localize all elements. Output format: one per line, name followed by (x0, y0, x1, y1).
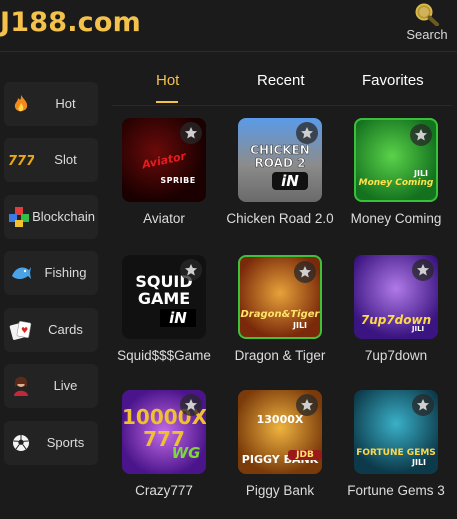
thumbnail-art-text: CHICKEN ROAD 2 (250, 143, 310, 170)
favorite-star-icon[interactable] (180, 394, 202, 416)
sidebar-item-live[interactable]: Live (4, 364, 98, 408)
game-thumbnail: FORTUNE GEMS JILI (354, 390, 438, 474)
blockchain-cubes-icon (6, 206, 32, 228)
game-thumbnail: 13000X PIGGY BANK JDB (238, 390, 322, 474)
sidebar-item-label: Sports (46, 435, 85, 450)
sidebar-item-label: Hot (55, 96, 76, 111)
sidebar-item-hot[interactable]: Hot (4, 82, 98, 126)
thumbnail-provider: iN (160, 309, 196, 327)
sidebar-item-blockchain[interactable]: Blockchain (4, 195, 98, 239)
thumbnail-provider: JDB (288, 450, 322, 460)
game-title: Crazy777 (135, 483, 193, 498)
search-label: Search (406, 27, 448, 42)
favorite-star-icon[interactable] (180, 259, 202, 281)
fish-icon (6, 264, 36, 282)
svg-text:777: 777 (8, 154, 34, 168)
thumbnail-provider: SPRIBE (160, 176, 196, 185)
thumbnail-provider: JILI (413, 169, 429, 178)
game-tabs: Hot Recent Favorites (112, 60, 452, 106)
thumbnail-provider: JILI (411, 325, 425, 333)
sidebar-item-cards[interactable]: ♥ Cards (4, 308, 98, 352)
svg-text:♥: ♥ (21, 326, 28, 335)
sidebar-item-label: Live (53, 378, 78, 393)
live-dealer-icon (6, 375, 36, 397)
thumbnail-art-text: Money Coming (358, 178, 434, 188)
favorite-star-icon[interactable] (296, 394, 318, 416)
game-card-aviator[interactable]: Aviator SPRIBE Aviator (107, 118, 221, 229)
game-title: Dragon & Tiger (234, 348, 326, 363)
game-thumbnail: Dragon&Tiger JILI (238, 255, 322, 339)
thumbnail-provider: WG (171, 444, 201, 462)
favorite-star-icon[interactable] (296, 122, 318, 144)
game-title: Aviator (143, 211, 185, 226)
thumbnail-provider: JILI (411, 458, 427, 467)
sidebar-item-label: Slot (54, 152, 77, 167)
game-card-piggy-bank[interactable]: 13000X PIGGY BANK JDB Piggy Bank (223, 390, 337, 501)
game-title: Squid$$$Game (117, 348, 211, 363)
favorite-star-icon[interactable] (294, 261, 316, 283)
game-title: Piggy Bank (245, 483, 315, 498)
thumbnail-art-text: Dragon&Tiger (240, 309, 320, 320)
game-card-crazy777[interactable]: 10000X 777 WG Crazy777 (107, 390, 221, 501)
game-thumbnail: SQUID GAME iN (122, 255, 206, 339)
site-logo[interactable]: J188.com (0, 7, 141, 38)
active-tab-indicator (156, 101, 178, 103)
sidebar-item-label: Fishing (44, 265, 87, 280)
favorite-star-icon[interactable] (180, 122, 202, 144)
game-title: 7up7down (364, 348, 428, 363)
game-card-fortune-gems-3[interactable]: FORTUNE GEMS JILI Fortune Gems 3 (339, 390, 453, 501)
sidebar-item-label: Blockchain (32, 209, 95, 224)
thumbnail-art-text: FORTUNE GEMS (356, 448, 436, 458)
favorite-star-icon[interactable] (410, 124, 432, 146)
sidebar-item-label: Cards (48, 322, 83, 337)
top-header: J188.com Search (0, 0, 457, 52)
thumbnail-provider: iN (272, 172, 308, 190)
game-card-squid-game[interactable]: SQUID GAME iN Squid$$$Game (107, 255, 221, 366)
slot-777-icon: 777 (6, 152, 36, 168)
search-icon (403, 2, 451, 26)
game-thumbnail: Aviator SPRIBE (122, 118, 206, 202)
tab-hot[interactable]: Hot (156, 72, 179, 89)
favorite-star-icon[interactable] (412, 394, 434, 416)
flame-icon (6, 94, 36, 114)
game-thumbnail: 10000X 777 WG (122, 390, 206, 474)
game-card-money-coming[interactable]: Money Coming JILI Money Coming (339, 118, 453, 229)
tab-recent[interactable]: Recent (257, 72, 305, 89)
game-card-dragon-tiger[interactable]: Dragon&Tiger JILI Dragon & Tiger (223, 255, 337, 366)
game-thumbnail: Money Coming JILI (354, 118, 438, 202)
soccer-ball-icon (6, 434, 36, 452)
sidebar-item-fishing[interactable]: Fishing (4, 251, 98, 295)
thumbnail-provider: JILI (292, 321, 308, 330)
thumbnail-art-text: Aviator (140, 149, 188, 172)
game-card-chicken-road[interactable]: CHICKEN ROAD 2 iN Chicken Road 2.0 (223, 118, 337, 229)
favorite-star-icon[interactable] (412, 259, 434, 281)
game-title: Money Coming (350, 211, 442, 226)
cards-icon: ♥ (6, 320, 36, 340)
game-thumbnail: 7up7down JILI (354, 255, 438, 339)
game-card-7up7down[interactable]: 7up7down JILI 7up7down (339, 255, 453, 366)
sidebar-item-sports[interactable]: Sports (4, 421, 98, 465)
game-title: Fortune Gems 3 (347, 483, 445, 498)
tab-favorites[interactable]: Favorites (362, 72, 424, 89)
game-thumbnail: CHICKEN ROAD 2 iN (238, 118, 322, 202)
search-button[interactable]: Search (403, 2, 451, 48)
game-title: Chicken Road 2.0 (226, 211, 334, 226)
sidebar-item-slot[interactable]: 777 Slot (4, 138, 98, 182)
